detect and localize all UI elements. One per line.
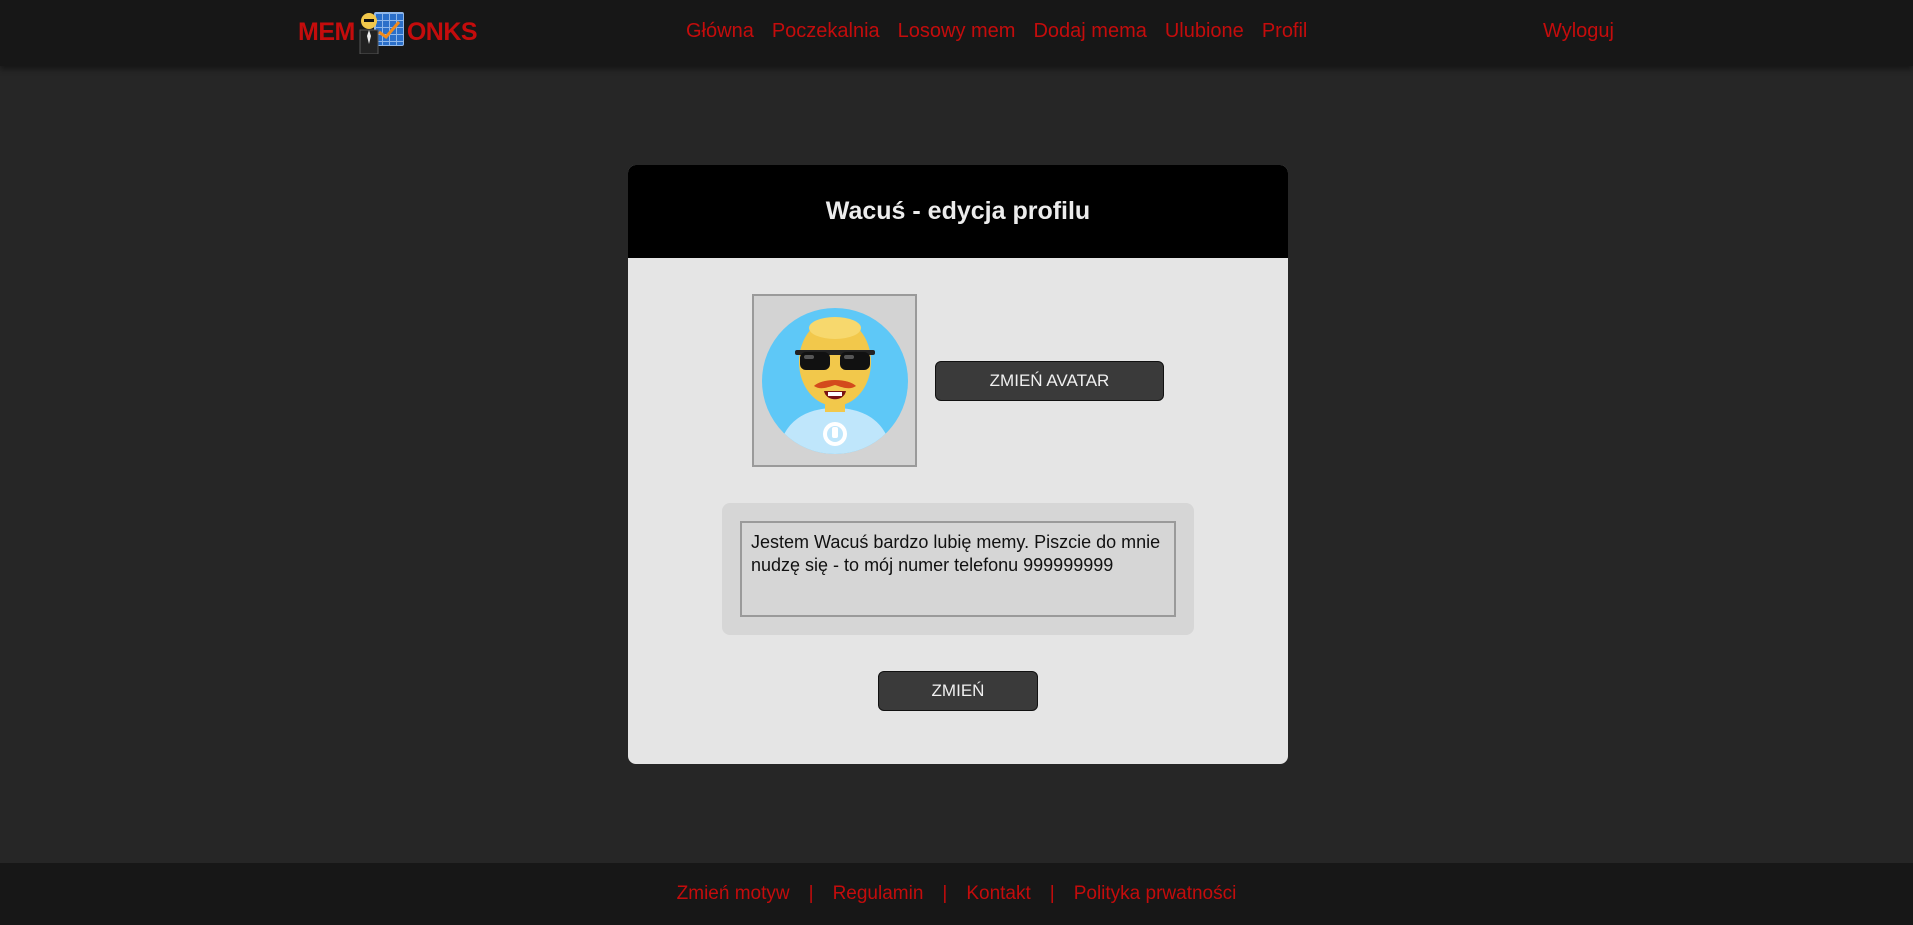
profile-edit-card: Wacuś - edycja profilu ZMIEŃ AVATAR Jest…: [628, 165, 1288, 764]
nav-link-profile[interactable]: Profil: [1262, 18, 1308, 44]
footer-link-terms[interactable]: Regulamin: [833, 883, 924, 905]
top-navbar: MEM ONKS Główna Poczekalnia Losowy mem D…: [0, 0, 1913, 66]
nav-link-add-meme[interactable]: Dodaj mema: [1033, 18, 1146, 44]
logo-icon: [356, 10, 406, 54]
footer-separator: |: [942, 883, 948, 904]
footer-links: Zmień motyw | Regulamin | Kontakt | Poli…: [677, 883, 1237, 905]
bio-section: Jestem Wacuś bardzo lubię memy. Piszcie …: [722, 503, 1194, 635]
footer-separator: |: [1049, 883, 1055, 904]
page-title: Wacuś - edycja profilu: [825, 197, 1091, 225]
bio-textarea[interactable]: Jestem Wacuś bardzo lubię memy. Piszcie …: [740, 521, 1176, 617]
footer-link-change-theme[interactable]: Zmień motyw: [677, 883, 790, 905]
logo-text-right: ONKS: [406, 17, 478, 46]
change-avatar-button[interactable]: ZMIEŃ AVATAR: [935, 361, 1164, 401]
logout-link[interactable]: Wyloguj: [1543, 18, 1614, 44]
footer-link-contact[interactable]: Kontakt: [966, 883, 1030, 905]
save-profile-button[interactable]: ZMIEŃ: [878, 671, 1038, 711]
site-logo[interactable]: MEM ONKS: [298, 10, 478, 54]
avatar-image: [761, 307, 908, 454]
footer-link-privacy-policy[interactable]: Polityka prwatności: [1074, 883, 1237, 905]
nav-link-waiting-room[interactable]: Poczekalnia: [772, 18, 880, 44]
nav-link-random-meme[interactable]: Losowy mem: [898, 18, 1016, 44]
logo-text-left: MEM: [298, 17, 355, 46]
footer-separator: |: [808, 883, 814, 904]
nav-link-home[interactable]: Główna: [686, 18, 754, 44]
main-nav: Główna Poczekalnia Losowy mem Dodaj mema…: [686, 18, 1307, 44]
footer: Zmień motyw | Regulamin | Kontakt | Poli…: [0, 863, 1913, 925]
nav-link-favorites[interactable]: Ulubione: [1165, 18, 1244, 44]
card-header: Wacuś - edycja profilu: [628, 165, 1288, 258]
avatar: [752, 294, 917, 467]
